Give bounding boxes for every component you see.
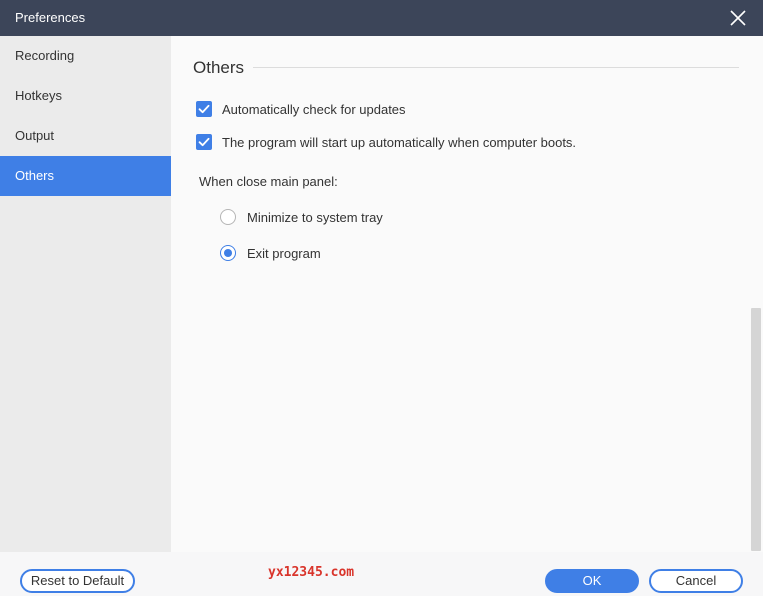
window-title: Preferences bbox=[15, 10, 86, 25]
title-bar: Preferences bbox=[0, 0, 763, 36]
sidebar-item-label: Output bbox=[15, 128, 55, 143]
reset-to-default-button[interactable]: Reset to Default bbox=[20, 569, 135, 593]
minimize-to-tray-radio[interactable] bbox=[220, 209, 236, 225]
sidebar-item-label: Hotkeys bbox=[15, 88, 62, 103]
startup-checkbox[interactable] bbox=[196, 134, 212, 150]
sidebar-item-hotkeys[interactable]: Hotkeys bbox=[0, 76, 171, 116]
auto-update-label: Automatically check for updates bbox=[222, 102, 406, 117]
ok-button[interactable]: OK bbox=[545, 569, 639, 593]
scrollbar-thumb[interactable] bbox=[751, 308, 761, 551]
exit-program-radio[interactable] bbox=[220, 245, 236, 261]
sidebar-item-label: Others bbox=[15, 168, 55, 183]
section-divider bbox=[253, 67, 739, 68]
close-icon[interactable] bbox=[727, 7, 749, 29]
auto-update-checkbox[interactable] bbox=[196, 101, 212, 117]
sidebar: Recording Hotkeys Output Others bbox=[0, 36, 171, 552]
cancel-button[interactable]: Cancel bbox=[649, 569, 743, 593]
settings-panel: Others Automatically check for updates T… bbox=[171, 36, 763, 552]
watermark-text: yx12345.com bbox=[268, 565, 355, 580]
sidebar-item-label: Recording bbox=[15, 48, 75, 63]
footer: Reset to Default yx12345.com OK Cancel bbox=[0, 552, 763, 596]
exit-program-label: Exit program bbox=[247, 246, 321, 261]
sidebar-item-recording[interactable]: Recording bbox=[0, 36, 171, 76]
startup-label: The program will start up automatically … bbox=[222, 135, 577, 150]
sidebar-item-output[interactable]: Output bbox=[0, 116, 171, 156]
sidebar-item-others[interactable]: Others bbox=[0, 156, 171, 196]
checkmark-icon bbox=[198, 104, 210, 114]
preferences-window: Preferences Recording Hotkeys Output Oth… bbox=[0, 0, 763, 596]
minimize-to-tray-label: Minimize to system tray bbox=[247, 210, 383, 225]
section-title: Others bbox=[193, 58, 245, 77]
checkmark-icon bbox=[198, 137, 210, 147]
close-panel-label: When close main panel: bbox=[199, 174, 338, 189]
